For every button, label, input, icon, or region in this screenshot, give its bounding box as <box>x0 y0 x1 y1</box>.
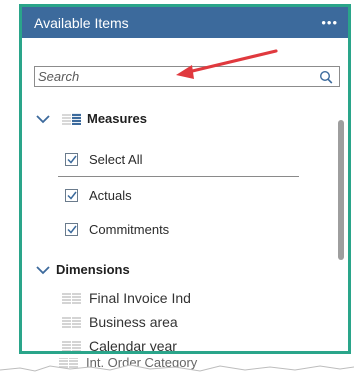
dimension-label: Calendar year <box>89 338 177 354</box>
select-all-row[interactable]: Select All <box>65 152 142 167</box>
more-options-icon[interactable]: ••• <box>321 16 338 29</box>
chevron-down-icon[interactable] <box>36 265 50 275</box>
checkmark-icon <box>66 155 77 164</box>
torn-edge <box>0 364 354 374</box>
select-all-checkbox[interactable] <box>65 153 78 166</box>
select-all-label: Select All <box>89 152 143 167</box>
checkmark-icon <box>66 191 77 200</box>
list-item[interactable]: Calendar year <box>62 338 177 354</box>
list-item[interactable]: Commitments <box>65 222 169 237</box>
checkmark-icon <box>66 225 77 234</box>
dimension-label: Business area <box>89 314 178 330</box>
chevron-down-icon[interactable] <box>36 114 50 124</box>
measures-section-header[interactable]: Measures <box>36 111 147 126</box>
commitments-label: Commitments <box>89 222 170 237</box>
commitments-checkbox[interactable] <box>65 223 78 236</box>
dimension-icon <box>62 316 81 328</box>
list-item[interactable]: Final Invoice Ind <box>62 290 191 306</box>
actuals-checkbox[interactable] <box>65 189 78 202</box>
measures-title: Measures <box>87 111 147 126</box>
dimensions-title: Dimensions <box>56 262 130 277</box>
available-items-panel: Available Items ••• Measures Select All <box>19 4 351 354</box>
annotation-arrow-icon <box>176 49 278 79</box>
list-item[interactable]: Actuals <box>65 188 132 203</box>
divider <box>58 176 299 177</box>
dimensions-section-header[interactable]: Dimensions <box>36 262 130 277</box>
panel-header: Available Items ••• <box>22 7 348 38</box>
dimension-label: Final Invoice Ind <box>89 290 191 306</box>
list-item[interactable]: Business area <box>62 314 178 330</box>
panel-title: Available Items <box>34 14 129 31</box>
actuals-label: Actuals <box>89 188 132 203</box>
search-icon[interactable] <box>319 70 333 84</box>
measure-icon <box>62 112 81 125</box>
dimension-icon <box>62 340 81 351</box>
dimension-icon <box>62 292 81 304</box>
scrollbar[interactable] <box>338 120 344 260</box>
